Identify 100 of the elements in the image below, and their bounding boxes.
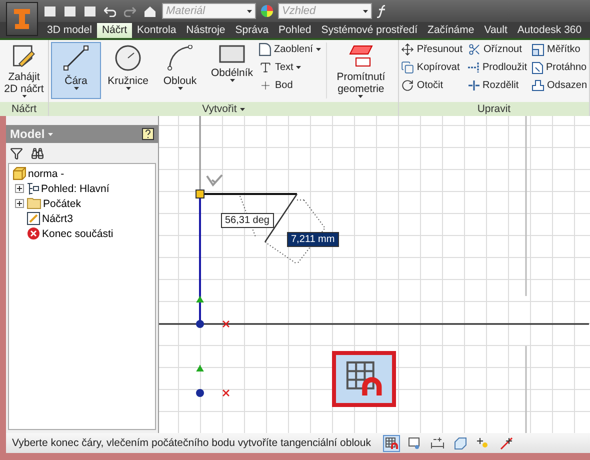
panel-title[interactable]: Vytvořit [202, 103, 237, 115]
ribbon-button[interactable]: Promítnutí geometrie [326, 42, 396, 99]
ribbon-button[interactable]: Obdélník [207, 42, 257, 99]
ribbon-small-button[interactable]: Zaoblení [259, 42, 321, 57]
rotate-icon [400, 79, 414, 92]
point-icon [259, 79, 272, 92]
caret-icon [316, 48, 321, 51]
scale-icon [532, 44, 544, 56]
arc-icon [167, 45, 193, 71]
box-icon [454, 436, 467, 450]
ribbon-button[interactable]: Kružnice [103, 42, 153, 99]
y-axis-marker [196, 364, 204, 372]
color-wheel-icon[interactable] [260, 4, 274, 18]
angle-dimension[interactable]: 56,31 deg [221, 213, 274, 228]
sketch-icon [11, 45, 37, 68]
ribbon-small-button[interactable]: Přesunout [400, 42, 463, 57]
logo-icon [14, 9, 30, 29]
status-toggle[interactable] [498, 434, 515, 452]
part-cube-icon [13, 167, 26, 180]
status-toggle[interactable] [428, 434, 446, 452]
ribbon-small-button[interactable]: Prodloužit [468, 60, 527, 75]
bulb-icon [477, 438, 490, 448]
caret-icon [363, 10, 368, 12]
filter-icon[interactable] [10, 146, 23, 160]
panel-title[interactable]: Upravit [477, 103, 511, 115]
grid-snap-icon [384, 436, 398, 450]
rectangle-icon [219, 45, 245, 63]
binoculars-icon[interactable] [31, 146, 44, 160]
fillet-icon [259, 43, 271, 56]
error-icon [27, 227, 40, 240]
move-icon [400, 43, 414, 56]
caret-icon [22, 95, 26, 98]
origin-point [196, 320, 204, 328]
extend-icon [468, 62, 480, 73]
caret-icon [48, 132, 53, 136]
ribbon-small-button[interactable]: Protáhno [532, 60, 588, 75]
offset-icon [532, 80, 544, 91]
ribbon-button[interactable]: Oblouk [155, 42, 205, 99]
tree-item[interactable]: Počátek [43, 198, 81, 210]
ribbon-small-button[interactable]: Měřítko [532, 42, 588, 57]
caret-icon [247, 10, 252, 12]
tree-item[interactable]: norma - [28, 168, 64, 180]
ribbon-tab[interactable]: Pohled [274, 23, 316, 38]
ribbon-tab[interactable]: Začínáme [422, 23, 480, 38]
tree-item[interactable]: Konec součásti [42, 228, 114, 240]
status-toggle[interactable] [382, 434, 400, 452]
home-icon[interactable] [144, 6, 156, 16]
line-icon [63, 45, 89, 71]
ribbon-tab[interactable]: Správa [230, 23, 274, 38]
ribbon-button[interactable]: Zahájit 2D náčrt [2, 42, 46, 99]
help-icon[interactable] [142, 128, 154, 140]
ribbon-tab[interactable]: Vault [479, 23, 512, 38]
ribbon-small-button[interactable]: Oříznout [468, 42, 527, 57]
x-axis-marker [222, 320, 230, 328]
caret-icon [230, 79, 234, 82]
y-axis-marker [196, 296, 204, 302]
ribbon-button[interactable]: Čára [51, 42, 101, 99]
view-tree-icon [27, 182, 39, 194]
x-axis-marker [222, 389, 230, 397]
ribbon-small-button[interactable]: Rozdělit [468, 78, 527, 93]
sketch-icon [27, 212, 40, 225]
ribbon-tab[interactable]: Systémové prostředí [316, 23, 423, 38]
sketch-point [196, 389, 204, 397]
ribbon-tab[interactable]: Náčrt [96, 23, 132, 38]
cursor-icon [206, 174, 223, 187]
ribbon-small-button[interactable]: Odsazen [532, 78, 588, 93]
ribbon-tab[interactable]: 3D model [42, 23, 97, 38]
caret-icon [126, 87, 130, 90]
expand-toggle[interactable] [15, 184, 24, 193]
caret-icon [74, 87, 78, 90]
ribbon-small-button[interactable]: Text [259, 60, 321, 75]
length-input-field[interactable]: 7,211 mm [287, 232, 339, 247]
ribbon-tab[interactable]: Kontrola [132, 23, 182, 38]
expand-toggle[interactable] [15, 199, 24, 208]
function-icon[interactable] [376, 4, 386, 18]
text-icon [259, 61, 272, 74]
ribbon-tab[interactable]: Autodesk 360 [512, 23, 587, 38]
stretch-icon [532, 62, 543, 74]
line-move-icon [500, 436, 513, 450]
caret-icon [358, 95, 364, 98]
constraint-icon [408, 436, 421, 450]
caret-icon [296, 66, 302, 69]
status-message: Vyberte konec čáry, vlečením počátečního bodu vytvoříte tangenciální oblouk [12, 437, 371, 449]
tree-item[interactable]: Náčrt3 [42, 212, 73, 224]
ribbon-tab[interactable]: Nástroje [181, 23, 230, 38]
undo-icon[interactable] [104, 6, 116, 16]
dimension-icon [430, 437, 444, 449]
app-menu-button[interactable] [6, 2, 38, 36]
split-icon [468, 80, 480, 91]
project-geometry-icon [348, 45, 373, 67]
ribbon-small-button[interactable]: Kopírovat [400, 60, 463, 75]
circle-icon [115, 45, 141, 71]
redo-icon[interactable] [124, 6, 136, 16]
sketch-point [196, 190, 204, 198]
caret-icon [178, 87, 182, 90]
grid-snap-icon [346, 361, 382, 397]
ribbon-small-button[interactable]: Otočit [400, 78, 463, 93]
tree-item[interactable]: Pohled: Hlavní [41, 182, 110, 194]
ribbon-small-button[interactable]: Bod [259, 78, 321, 93]
copy-icon [400, 61, 414, 74]
